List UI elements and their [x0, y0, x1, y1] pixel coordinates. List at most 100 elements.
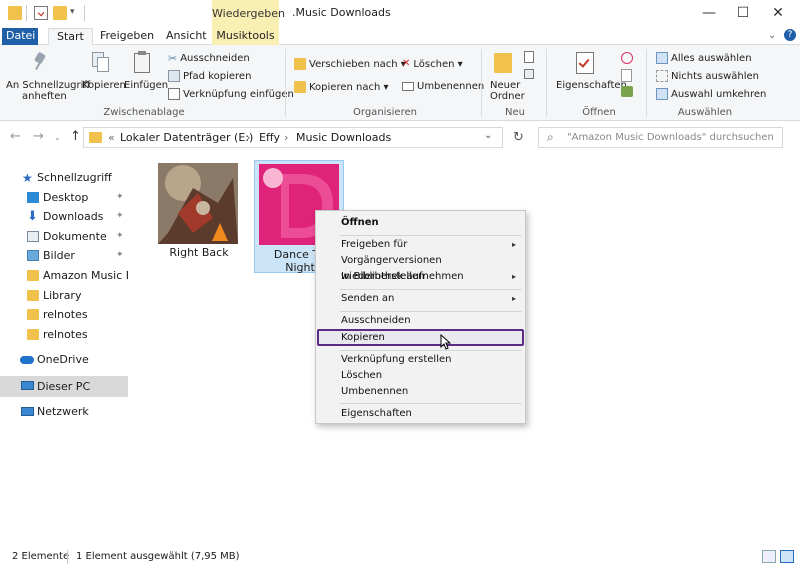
- sidebar-item-downloads[interactable]: ⬇ Downloads ✦: [0, 207, 128, 226]
- sidebar-item-documents[interactable]: Dokumente ✦: [0, 227, 128, 246]
- pin-to-quick-access-button[interactable]: An Schnellzugriff: [6, 80, 90, 91]
- desktop-icon: [27, 192, 39, 203]
- collapse-ribbon-icon[interactable]: ⌄: [768, 30, 776, 41]
- album-art-right-back: [158, 163, 238, 244]
- download-arrow-icon: ⬇: [27, 209, 38, 224]
- select-group-label: Auswählen: [677, 107, 733, 118]
- sidebar-item-pictures[interactable]: Bilder ✦: [0, 246, 128, 265]
- menu-item-restore-previous[interactable]: Vorgängerversionen wiederherstellen: [317, 253, 524, 282]
- recent-locations-icon[interactable]: ⌄: [54, 133, 61, 142]
- menu-item-properties[interactable]: Eigenschaften: [317, 406, 524, 422]
- sidebar-item-network[interactable]: Netzwerk: [0, 402, 128, 421]
- tab-musiktools[interactable]: Musiktools: [212, 28, 279, 45]
- sidebar-item-label: Bilder: [43, 249, 75, 262]
- address-dropdown-icon[interactable]: ⌄: [484, 130, 492, 141]
- divider: [84, 5, 85, 21]
- copy-to-button[interactable]: Kopieren nach ▾: [294, 81, 389, 93]
- copy-to-label: Kopieren nach ▾: [309, 82, 389, 93]
- copy-path-button[interactable]: Pfad kopieren: [168, 70, 251, 82]
- folder-icon[interactable]: [8, 6, 22, 20]
- select-none-button[interactable]: Nichts auswählen: [656, 70, 759, 82]
- pin-icon: ✦: [116, 192, 124, 202]
- selection-info: 1 Element ausgewählt (7,95 MB): [76, 551, 240, 562]
- rename-button[interactable]: Umbenennen: [402, 81, 484, 92]
- sidebar-item-relnotes[interactable]: relnotes: [0, 325, 128, 344]
- search-input[interactable]: ⌕ "Amazon Music Downloads" durchsuchen: [538, 127, 783, 148]
- up-button[interactable]: ↑: [70, 129, 81, 144]
- copy-button[interactable]: Kopieren: [82, 80, 126, 91]
- folder-icon: [89, 132, 102, 143]
- group-separator: [481, 49, 482, 117]
- menu-item-include-in-library[interactable]: In Bibliothek aufnehmen ▸: [317, 269, 524, 285]
- new-folder-button[interactable]: Neuer: [490, 80, 520, 91]
- address-bar[interactable]: « Lokaler Datenträger (E:) › Effy › Musi…: [83, 127, 503, 148]
- select-all-button[interactable]: Alles auswählen: [656, 52, 752, 64]
- close-button[interactable]: ✕: [755, 0, 800, 26]
- menu-item-copy[interactable]: Kopieren: [317, 329, 524, 346]
- paste-button[interactable]: Einfügen: [124, 80, 168, 91]
- tab-datei[interactable]: Datei: [2, 28, 38, 45]
- refresh-icon[interactable]: ↻: [513, 130, 524, 145]
- file-tile[interactable]: Right Back: [154, 162, 244, 272]
- tab-freigeben[interactable]: Freigeben: [92, 28, 162, 45]
- paste-shortcut-button[interactable]: Verknüpfung einfügen: [168, 88, 294, 100]
- tab-ansicht[interactable]: Ansicht: [158, 28, 215, 45]
- pictures-icon: [27, 250, 39, 261]
- breadcrumb-effy[interactable]: Effy: [259, 131, 280, 144]
- breadcrumb-music-downloads[interactable]: Music Downloads: [296, 131, 391, 144]
- breadcrumb-overflow[interactable]: «: [108, 131, 115, 144]
- breadcrumb-separator: ›: [246, 131, 251, 144]
- sidebar-item-label: Netzwerk: [37, 405, 89, 418]
- menu-item-share-with[interactable]: Freigeben für ▸: [317, 237, 524, 253]
- sidebar-item-relnotes[interactable]: relnotes: [0, 305, 128, 324]
- history-icon[interactable]: [621, 86, 633, 97]
- move-to-button[interactable]: Verschieben nach ▾: [294, 58, 406, 70]
- new-item-icon[interactable]: [524, 51, 534, 63]
- copy-path-label: Pfad kopieren: [183, 71, 252, 82]
- computer-icon: [21, 381, 34, 390]
- sidebar-item-onedrive[interactable]: OneDrive: [0, 350, 128, 369]
- sidebar-item-this-pc[interactable]: Dieser PC: [0, 376, 128, 397]
- breadcrumb-drive[interactable]: Lokaler Datenträger (E:): [120, 131, 253, 144]
- menu-item-send-to[interactable]: Senden an ▸: [317, 291, 524, 307]
- divider: [26, 5, 27, 21]
- sidebar-item-library[interactable]: Library: [0, 286, 128, 305]
- open-with-icon[interactable]: [621, 52, 633, 64]
- folder-icon: [27, 309, 39, 320]
- cut-button[interactable]: ✂ Ausschneiden: [168, 52, 250, 65]
- qat-dropdown-icon[interactable]: ▾: [70, 7, 75, 17]
- sidebar-item-quick-access[interactable]: ★ Schnellzugriff: [0, 168, 128, 187]
- back-button[interactable]: ←: [10, 129, 21, 144]
- properties-icon[interactable]: [34, 6, 48, 20]
- move-to-icon: [294, 58, 306, 70]
- sidebar-item-label: Dieser PC: [37, 380, 91, 393]
- menu-item-open[interactable]: Öffnen: [317, 215, 524, 231]
- pin-icon: ✦: [116, 231, 124, 241]
- menu-item-delete[interactable]: Löschen: [317, 368, 524, 384]
- paste-shortcut-icon: [168, 88, 180, 100]
- sidebar-item-desktop[interactable]: Desktop ✦: [0, 188, 128, 207]
- delete-button[interactable]: ✕ Löschen ▾: [402, 58, 463, 70]
- pin-icon: ✦: [116, 211, 124, 221]
- menu-item-label: Senden an: [341, 293, 395, 304]
- sidebar-item-amazon-music[interactable]: Amazon Music Dov: [0, 266, 128, 285]
- easy-access-icon[interactable]: [524, 69, 534, 79]
- menu-item-create-shortcut[interactable]: Verknüpfung erstellen: [317, 352, 524, 368]
- new-folder-icon[interactable]: [53, 6, 67, 20]
- invert-selection-button[interactable]: Auswahl umkehren: [656, 88, 766, 100]
- menu-item-cut[interactable]: Ausschneiden: [317, 313, 524, 329]
- title-bar: ▾ Wiedergeben .Music Downloads — ☐ ✕: [0, 0, 800, 28]
- large-icons-view-icon[interactable]: [780, 550, 794, 563]
- help-icon[interactable]: ?: [784, 29, 796, 41]
- properties-button[interactable]: Eigenschaften: [556, 80, 627, 91]
- forward-button[interactable]: →: [33, 129, 44, 144]
- navigation-pane: ★ Schnellzugriff Desktop ✦ ⬇ Downloads ✦…: [0, 160, 128, 540]
- tab-start[interactable]: Start: [48, 28, 93, 46]
- menu-item-rename[interactable]: Umbenennen: [317, 384, 524, 400]
- organize-group-label: Organisieren: [353, 107, 417, 118]
- edit-icon[interactable]: [621, 69, 632, 82]
- item-count: 2 Elemente: [12, 551, 70, 562]
- file-name: Right Back: [169, 246, 229, 259]
- context-tab-header: Wiedergeben: [212, 0, 285, 28]
- details-view-icon[interactable]: [762, 550, 776, 563]
